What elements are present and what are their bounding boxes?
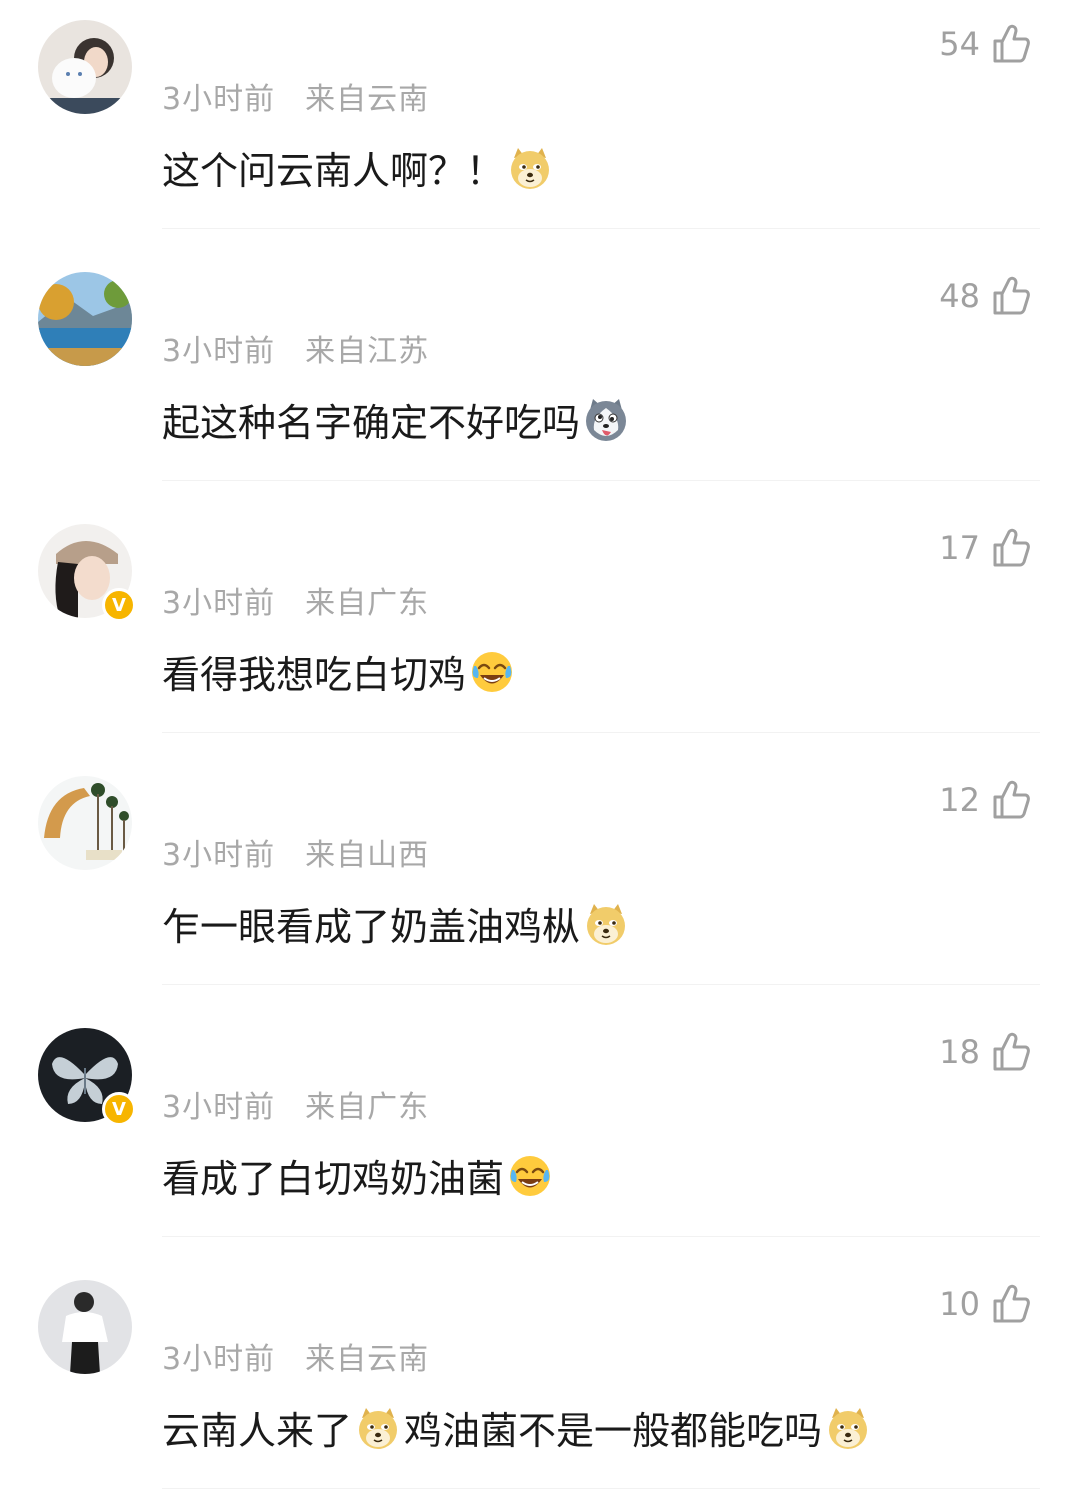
comment-text: 这个问云南人啊？！ (162, 140, 556, 195)
avatar[interactable] (38, 776, 132, 870)
husky-tongue-emoji-icon (582, 396, 630, 444)
thumbs-up-icon[interactable] (992, 24, 1030, 64)
comment-location: 来自江苏 (305, 334, 430, 369)
comment-item: 3小时前 来自山西 乍一眼看成了奶盖油鸡枞 12 (0, 756, 1080, 1008)
like-count: 17 (939, 529, 980, 567)
comment-meta: 3小时前 来自江苏 (162, 326, 429, 370)
comment-time: 3小时前 (162, 1342, 276, 1377)
comment-item: V 3小时前 来自广东 看成了白切鸡奶油菌 18 (0, 1008, 1080, 1260)
comment-meta: 3小时前 来自云南 (162, 74, 429, 118)
comment-text: 云南人来了 鸡油菌不是一般都能吃吗 (162, 1400, 874, 1455)
comment-item: V 3小时前 来自广东 看得我想吃白切鸡 17 (0, 504, 1080, 756)
divider (162, 1236, 1040, 1237)
comment-time: 3小时前 (162, 82, 276, 117)
comment-item: 3小时前 来自云南 云南人来了 鸡油菌不是一般都能吃吗 10 (0, 1260, 1080, 1512)
like-count: 48 (939, 277, 980, 315)
comment-location: 来自广东 (305, 1090, 430, 1125)
comment-meta: 3小时前 来自云南 (162, 1334, 429, 1378)
thumbs-up-icon[interactable] (992, 276, 1030, 316)
comment-location: 来自山西 (305, 838, 430, 873)
like-button[interactable]: 54 (939, 22, 1030, 66)
comment-text: 起这种名字确定不好吃吗 (162, 392, 632, 447)
comment-text-segment: 看得我想吃白切鸡 (162, 653, 467, 697)
avatar[interactable] (38, 20, 132, 114)
doge-emoji-icon (506, 144, 554, 192)
divider (162, 1488, 1040, 1489)
avatar[interactable] (38, 272, 132, 366)
comment-text: 看成了白切鸡奶油菌 (162, 1148, 556, 1203)
divider (162, 480, 1040, 481)
comment-time: 3小时前 (162, 334, 276, 369)
comment-time: 3小时前 (162, 1090, 276, 1125)
thumbs-up-icon[interactable] (992, 1032, 1030, 1072)
comment-text: 乍一眼看成了奶盖油鸡枞 (162, 896, 632, 951)
divider (162, 228, 1040, 229)
comment-text-segment: 乍一眼看成了奶盖油鸡枞 (162, 905, 581, 949)
doge-emoji-icon (824, 1404, 872, 1452)
comment-meta: 3小时前 来自山西 (162, 830, 429, 874)
comment-text-segment: 看成了白切鸡奶油菌 (162, 1157, 505, 1201)
comment-time: 3小时前 (162, 586, 276, 621)
comment-item: 3小时前 来自云南 这个问云南人啊？！ 54 (0, 0, 1080, 252)
like-count: 10 (939, 1285, 980, 1323)
laugh-cry-emoji-icon (468, 648, 516, 696)
like-button[interactable]: 10 (939, 1282, 1030, 1326)
laugh-cry-emoji-icon (506, 1152, 554, 1200)
like-button[interactable]: 12 (939, 778, 1030, 822)
thumbs-up-icon[interactable] (992, 528, 1030, 568)
comment-location: 来自广东 (305, 586, 430, 621)
like-count: 54 (939, 25, 980, 63)
comment-item: 3小时前 来自江苏 起这种名字确定不好吃吗 48 (0, 252, 1080, 504)
avatar[interactable] (38, 1280, 132, 1374)
doge-emoji-icon (582, 900, 630, 948)
like-count: 18 (939, 1033, 980, 1071)
comment-meta: 3小时前 来自广东 (162, 578, 429, 622)
comment-text-segment: 起这种名字确定不好吃吗 (162, 401, 581, 445)
comment-location: 来自云南 (305, 1342, 430, 1377)
comment-time: 3小时前 (162, 838, 276, 873)
divider (162, 984, 1040, 985)
comment-text-segment: 这个问云南人啊？！ (162, 149, 505, 193)
comment-text: 看得我想吃白切鸡 (162, 644, 518, 699)
like-button[interactable]: 18 (939, 1030, 1030, 1074)
thumbs-up-icon[interactable] (992, 1284, 1030, 1324)
divider (162, 732, 1040, 733)
like-button[interactable]: 17 (939, 526, 1030, 570)
like-count: 12 (939, 781, 980, 819)
comment-location: 来自云南 (305, 82, 430, 117)
thumbs-up-icon[interactable] (992, 780, 1030, 820)
like-button[interactable]: 48 (939, 274, 1030, 318)
comment-meta: 3小时前 来自广东 (162, 1082, 429, 1126)
verified-badge-icon: V (102, 1092, 136, 1126)
comment-text-segment: 云南人来了 (162, 1409, 353, 1453)
verified-badge-icon: V (102, 588, 136, 622)
comment-text-segment: 鸡油菌不是一般都能吃吗 (404, 1409, 823, 1453)
doge-emoji-icon (354, 1404, 402, 1452)
